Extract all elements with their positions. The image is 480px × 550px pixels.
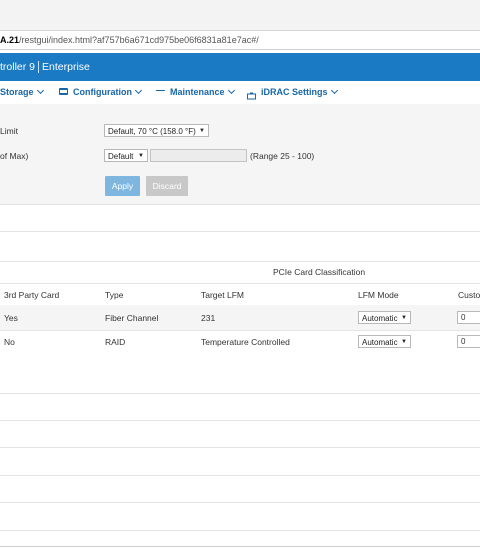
idrac-settings-icon bbox=[247, 87, 256, 100]
window-bottom-border bbox=[0, 546, 480, 547]
discard-button[interactable]: Discard bbox=[146, 176, 188, 196]
max-airflow-input[interactable] bbox=[150, 149, 247, 162]
section-divider bbox=[0, 231, 480, 232]
configuration-icon bbox=[59, 88, 68, 96]
max-airflow-value: Default bbox=[108, 152, 134, 161]
column-header-third-party: 3rd Party Card bbox=[4, 290, 60, 300]
address-path: /restgui/index.html?af757b6a671cd975be06… bbox=[19, 35, 259, 45]
address-bar[interactable]: A.21/restgui/index.html?af757b6a671cd975… bbox=[0, 31, 480, 50]
menu-maintenance-label: Maintenance bbox=[170, 87, 225, 97]
menu-storage[interactable]: Storage bbox=[0, 81, 44, 104]
section-divider bbox=[0, 261, 480, 262]
row-divider bbox=[0, 502, 480, 503]
max-airflow-label: of Max) bbox=[0, 151, 29, 161]
temperature-limit-select[interactable]: Default, 70 °C (158.0 °F) ▼ bbox=[104, 124, 209, 137]
temperature-limit-value: Default, 70 °C (158.0 °F) bbox=[108, 127, 196, 136]
apply-button[interactable]: Apply bbox=[105, 176, 140, 196]
row-divider bbox=[0, 393, 480, 394]
chevron-down-icon bbox=[330, 86, 338, 95]
address-host: A.21 bbox=[0, 35, 20, 45]
menu-storage-label: Storage bbox=[0, 87, 34, 97]
row-divider bbox=[0, 330, 480, 331]
product-edition: Enterprise bbox=[42, 61, 90, 73]
lfm-mode-select[interactable]: Automatic ▼ bbox=[358, 311, 411, 324]
header-divider bbox=[0, 283, 480, 284]
column-header-type: Type bbox=[105, 290, 124, 300]
header-divider bbox=[38, 61, 40, 74]
menu-idrac-settings[interactable]: iDRAC Settings bbox=[247, 81, 338, 104]
product-header: troller 9 Enterprise bbox=[0, 53, 480, 81]
chevron-down-icon bbox=[227, 86, 235, 95]
chevron-down-icon bbox=[134, 86, 143, 95]
pcie-classification-header: PCIe Card Classification bbox=[273, 267, 366, 277]
lfm-mode-value: Automatic bbox=[362, 338, 398, 347]
temperature-limit-label: Limit bbox=[0, 126, 18, 136]
maintenance-icon bbox=[156, 90, 165, 92]
max-airflow-select[interactable]: Default ▼ bbox=[104, 149, 148, 162]
menu-maintenance[interactable]: Maintenance bbox=[156, 81, 235, 104]
cell-third-party: Yes bbox=[4, 313, 18, 323]
browser-toolbar bbox=[0, 0, 480, 31]
cell-target-lfm: 231 bbox=[201, 313, 216, 323]
select-arrow-icon: ▼ bbox=[138, 153, 144, 159]
main-menu: Storage Configuration Maintenance iDRAC … bbox=[0, 81, 480, 105]
row-divider bbox=[0, 530, 480, 531]
row-divider bbox=[0, 475, 480, 476]
cell-type: RAID bbox=[105, 337, 126, 347]
custom-lfm-input[interactable]: 0 bbox=[457, 335, 480, 348]
cell-type: Fiber Channel bbox=[105, 313, 159, 323]
select-arrow-icon: ▼ bbox=[401, 315, 407, 321]
range-hint: (Range 25 - 100) bbox=[250, 151, 315, 161]
cell-target-lfm: Temperature Controlled bbox=[201, 337, 290, 347]
menu-idrac-settings-label: iDRAC Settings bbox=[261, 87, 328, 97]
menu-configuration[interactable]: Configuration bbox=[59, 81, 143, 104]
column-header-target-lfm: Target LFM bbox=[201, 290, 244, 300]
select-arrow-icon: ▼ bbox=[199, 128, 205, 134]
column-header-custom: Custo bbox=[458, 290, 480, 300]
row-divider bbox=[0, 420, 480, 421]
lfm-mode-select[interactable]: Automatic ▼ bbox=[358, 335, 411, 348]
row-divider bbox=[0, 447, 480, 448]
lfm-mode-value: Automatic bbox=[362, 314, 398, 323]
custom-lfm-input[interactable]: 0 bbox=[457, 311, 480, 324]
chevron-down-icon bbox=[36, 86, 44, 95]
menu-configuration-label: Configuration bbox=[73, 87, 132, 97]
column-header-lfm-mode: LFM Mode bbox=[358, 290, 399, 300]
product-name: troller 9 bbox=[0, 61, 36, 73]
cell-third-party: No bbox=[4, 337, 15, 347]
select-arrow-icon: ▼ bbox=[401, 339, 407, 345]
